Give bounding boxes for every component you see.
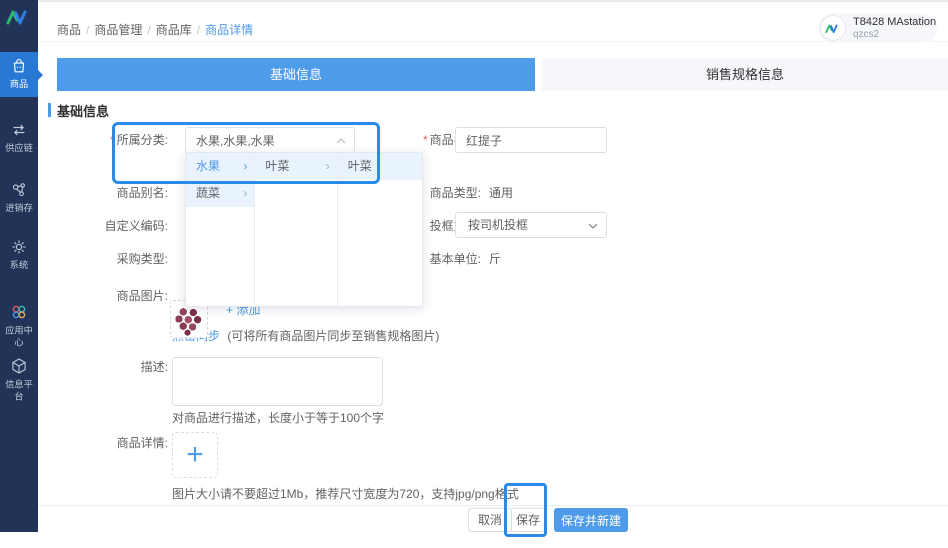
brand-logo-icon <box>5 8 33 26</box>
sync-row: 点击同步 (可将所有商品图片同步至销售规格图片) <box>172 327 439 344</box>
chevron-right-icon: › <box>243 153 247 180</box>
bag-icon <box>9 56 29 76</box>
sidebar-item-products[interactable]: 商品 <box>0 52 38 97</box>
required-mark: * <box>423 133 428 147</box>
sidebar-item-label: 系统 <box>2 260 37 272</box>
description-textarea[interactable] <box>172 357 383 406</box>
detail-upload-button[interactable]: + <box>172 432 218 478</box>
base-unit-value: 斤 <box>489 252 501 266</box>
header-divider <box>38 41 948 42</box>
breadcrumb-separator: / <box>147 23 150 37</box>
sidebar-item-label: 商品 <box>2 79 37 91</box>
custom-code-label: 自定义编码: <box>58 219 168 233</box>
user-menu[interactable]: T8428 MAstation qzcs2 <box>818 13 937 43</box>
category-field[interactable] <box>185 127 355 153</box>
tab-basic-info[interactable]: 基础信息 <box>57 58 535 91</box>
name-input[interactable] <box>456 128 606 152</box>
swap-arrows-icon <box>9 120 29 140</box>
breadcrumb-item[interactable]: 商品库 <box>156 23 192 37</box>
breadcrumb-item[interactable]: 商品 <box>57 23 81 37</box>
cascader-column-3: 叶菜 <box>338 153 422 306</box>
breadcrumb-separator: / <box>197 23 200 37</box>
chevron-up-icon <box>336 136 346 146</box>
sidebar-item-label: 信息平台 <box>2 379 37 403</box>
chevron-right-icon: › <box>326 153 330 180</box>
user-name: T8428 MAstation <box>853 16 936 29</box>
box-method-value: 按司机投框 <box>456 213 606 237</box>
window-top-edge <box>0 0 948 2</box>
sync-hint: (可将所有商品图片同步至销售规格图片) <box>227 329 439 343</box>
description-hint: 对商品进行描述，长度小于等于100个字 <box>172 409 384 426</box>
sidebar-item-label: 进销存 <box>2 203 37 215</box>
gear-icon <box>9 237 29 257</box>
sidebar-item-label: 应用中心 <box>2 325 37 349</box>
chevron-right-icon: › <box>243 180 247 207</box>
detail-hint: 图片大小请不要超过1Mb，推荐尺寸宽度为720，支持jpg/png格式 <box>172 485 519 502</box>
alias-label: 商品别名: <box>58 186 168 200</box>
sidebar-item-inventory[interactable]: 进销存 <box>0 176 38 215</box>
section-title: 基础信息 <box>57 101 109 120</box>
description-label: 描述: <box>58 360 168 374</box>
section-accent-bar <box>48 103 51 117</box>
tab-sales-spec-info[interactable]: 销售规格信息 <box>542 58 948 91</box>
product-type-value: 通用 <box>489 186 513 200</box>
chevron-down-icon <box>588 221 598 231</box>
cancel-button[interactable]: 取消 <box>468 508 512 532</box>
avatar <box>820 15 846 41</box>
sidebar-item-label: 供应链 <box>2 143 37 155</box>
sidebar: 商品 供应链 进销存 系统 <box>0 0 38 532</box>
user-id: qzcs2 <box>853 29 936 41</box>
purchase-type-label: 采购类型: <box>58 252 168 266</box>
breadcrumb-item[interactable]: 商品管理 <box>94 23 142 37</box>
required-mark: * <box>110 133 115 147</box>
sidebar-item-system[interactable]: 系统 <box>0 233 38 272</box>
sidebar-item-supply-chain[interactable]: 供应链 <box>0 116 38 155</box>
product-image-label: 商品图片: <box>58 289 168 303</box>
box-method-select[interactable]: 按司机投框 <box>455 212 607 238</box>
footer-divider <box>38 505 948 506</box>
breadcrumb: 商品 / 商品管理 / 商品库 / 商品详情 <box>57 21 253 38</box>
category-cascader-dropdown: 水果› 蔬菜› 叶菜› 叶菜 <box>185 152 423 307</box>
cascader-column-1: 水果› 蔬菜› <box>186 153 255 306</box>
plus-icon: + <box>186 440 204 470</box>
brand-logo-icon <box>825 23 841 34</box>
breadcrumb-separator: / <box>86 23 89 37</box>
cascader-option-fruit[interactable]: 水果› <box>186 153 254 180</box>
sidebar-item-app-center[interactable]: 应用中心 <box>0 298 38 350</box>
save-button[interactable]: 保存 <box>511 508 545 532</box>
nodes-icon <box>9 180 29 200</box>
app-grid-icon <box>9 302 29 322</box>
cascader-option-leafy-leaf[interactable]: 叶菜 <box>338 153 422 180</box>
cascader-option-leafy[interactable]: 叶菜› <box>255 153 336 180</box>
detail-label: 商品详情: <box>58 436 168 450</box>
cascader-option-vegetable[interactable]: 蔬菜› <box>186 180 254 207</box>
save-and-new-button[interactable]: 保存并新建 <box>554 508 628 532</box>
product-detail-page: 商品 供应链 进销存 系统 <box>0 0 948 548</box>
cascader-column-2: 叶菜› <box>255 153 337 306</box>
category-input[interactable] <box>186 128 354 152</box>
category-label: *所属分类: <box>58 133 168 147</box>
sidebar-item-info-platform[interactable]: 信息平台 <box>0 352 38 404</box>
name-field[interactable] <box>455 127 607 153</box>
breadcrumb-current: 商品详情 <box>205 23 253 37</box>
cube-icon <box>9 356 29 376</box>
